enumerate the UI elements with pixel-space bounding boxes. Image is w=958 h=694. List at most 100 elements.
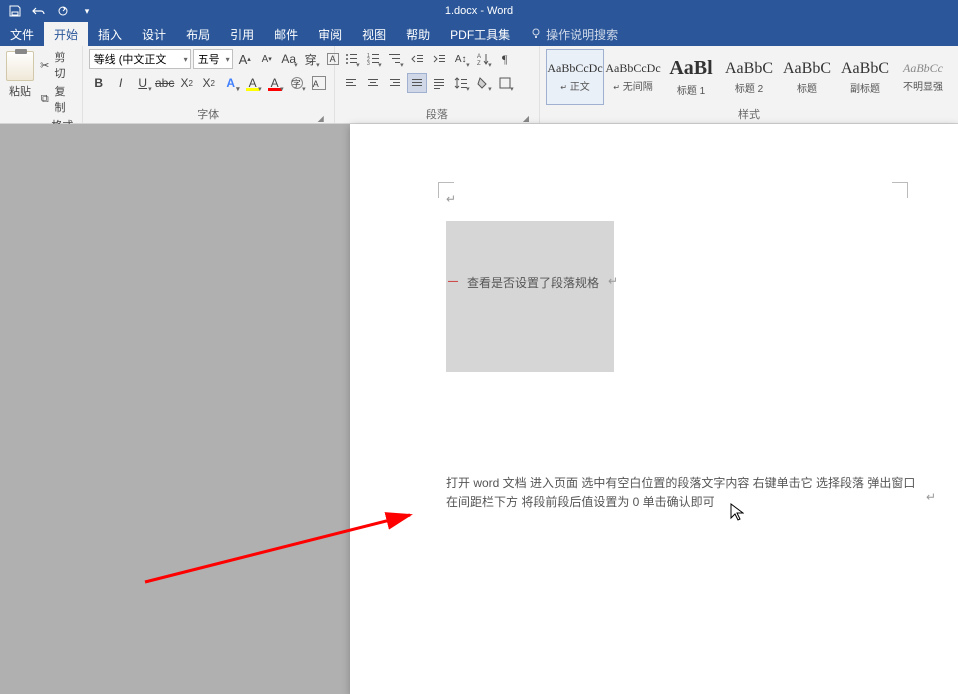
lightbulb-icon (530, 27, 542, 42)
font-dialog-launcher[interactable]: ◢ (316, 111, 326, 121)
group-styles: AaBbCcDc ↵ 正文 AaBbCcDc ↵ 无间隔 AaBl 标题 1 A… (540, 46, 958, 123)
font-size-combo[interactable]: 五号▾ (193, 49, 233, 69)
list-marker: — (448, 276, 458, 287)
align-justify-button[interactable] (407, 73, 427, 93)
align-left-button[interactable] (341, 73, 361, 93)
styles-group-label: 样式 (546, 107, 952, 123)
superscript-button[interactable]: X2 (199, 73, 219, 93)
tab-mailings[interactable]: 邮件 (264, 22, 308, 46)
tab-review[interactable]: 审阅 (308, 22, 352, 46)
italic-button[interactable]: I (111, 73, 131, 93)
style-heading1[interactable]: AaBl 标题 1 (662, 49, 720, 105)
window-title: 1.docx - Word (445, 5, 513, 17)
tab-design[interactable]: 设计 (132, 22, 176, 46)
align-center-button[interactable] (363, 73, 383, 93)
tab-home[interactable]: 开始 (44, 22, 88, 46)
style-subtle[interactable]: AaBbCc 不明显强 (894, 49, 952, 105)
svg-text:3: 3 (367, 61, 370, 66)
font-size-value: 五号 (198, 51, 220, 67)
title-bar: ▾ 1.docx - Word (0, 0, 958, 22)
text-effects-button[interactable]: A (221, 73, 241, 93)
style-name: 标题 (797, 80, 817, 95)
multilevel-list-button[interactable] (385, 49, 405, 69)
group-paragraph: 123 A↕ AZ ¶ 段落 ◢ (335, 46, 540, 123)
distribute-button[interactable] (429, 73, 449, 93)
copy-button[interactable]: ⧉ 复制 (38, 83, 76, 115)
align-right-button[interactable] (385, 73, 405, 93)
save-icon[interactable] (8, 4, 22, 18)
numbering-button[interactable]: 123 (363, 49, 383, 69)
paragraph-group-label: 段落 ◢ (341, 107, 533, 123)
qat-dropdown-icon[interactable]: ▾ (80, 4, 94, 18)
style-normal[interactable]: AaBbCcDc ↵ 正文 (546, 49, 604, 105)
font-name-value: 等线 (中文正文 (94, 51, 167, 67)
enclose-char-button[interactable]: A (309, 73, 329, 93)
copy-icon: ⧉ (38, 92, 51, 106)
subscript-button[interactable]: X2 (177, 73, 197, 93)
style-subtitle[interactable]: AaBbC 副标题 (836, 49, 894, 105)
paragraph-mark-icon: ↵ (608, 274, 618, 288)
underline-button[interactable]: U (133, 73, 153, 93)
style-name: ↵ 无间隔 (613, 78, 652, 93)
style-preview: AaBbCc (903, 61, 943, 76)
tab-file[interactable]: 文件 (0, 22, 44, 46)
ribbon-tabs: 文件 开始 插入 设计 布局 引用 邮件 审阅 视图 帮助 PDF工具集 操作说… (0, 22, 958, 46)
svg-text:A: A (477, 54, 481, 60)
paragraph-mark-icon: ↵ (926, 490, 936, 504)
sort-button[interactable]: AZ (473, 49, 493, 69)
tab-layout[interactable]: 布局 (176, 22, 220, 46)
tell-me-label: 操作说明搜索 (546, 26, 618, 43)
borders-button[interactable] (495, 73, 515, 93)
paragraph-dialog-launcher[interactable]: ◢ (521, 111, 531, 121)
font-name-combo[interactable]: 等线 (中文正文▾ (89, 49, 191, 69)
style-preview: AaBbC (725, 60, 773, 78)
style-name: 标题 2 (735, 80, 763, 95)
style-title[interactable]: AaBbC 标题 (778, 49, 836, 105)
document-text-line1[interactable]: 查看是否设置了段落规格 (467, 274, 599, 291)
redo-icon[interactable] (56, 4, 70, 18)
paste-label: 粘贴 (9, 83, 31, 99)
tab-pdf[interactable]: PDF工具集 (440, 22, 520, 46)
style-name: ↵ 正文 (560, 78, 589, 93)
cut-button[interactable]: ✂ 剪切 (38, 49, 76, 81)
show-marks-button[interactable]: ¶ (495, 49, 515, 69)
decrease-indent-button[interactable] (407, 49, 427, 69)
document-text-line2[interactable]: 打开 word 文档 进入页面 选中有空白位置的段落文字内容 右键单击它 选择段… (446, 474, 916, 512)
increase-indent-button[interactable] (429, 49, 449, 69)
font-group-label: 字体 ◢ (89, 107, 328, 123)
change-case-button[interactable]: Aa (279, 49, 299, 69)
bullets-button[interactable] (341, 49, 361, 69)
tab-view[interactable]: 视图 (352, 22, 396, 46)
strikethrough-button[interactable]: abc (155, 73, 175, 93)
style-preview: AaBbC (783, 60, 831, 78)
cut-label: 剪切 (54, 49, 75, 81)
style-name: 副标题 (850, 80, 880, 95)
tell-me-search[interactable]: 操作说明搜索 (520, 22, 628, 46)
ribbon: 粘贴 ✂ 剪切 ⧉ 复制 ✎ 格式刷 剪贴板 ◢ (0, 46, 958, 124)
style-preview: AaBl (669, 57, 712, 80)
bold-button[interactable]: B (89, 73, 109, 93)
highlight-button[interactable]: A (243, 73, 263, 93)
style-heading2[interactable]: AaBbC 标题 2 (720, 49, 778, 105)
shrink-font-button[interactable]: A▾ (257, 49, 277, 69)
font-color-button[interactable]: A (265, 73, 285, 93)
copy-label: 复制 (54, 83, 75, 115)
tab-insert[interactable]: 插入 (88, 22, 132, 46)
style-no-spacing[interactable]: AaBbCcDc ↵ 无间隔 (604, 49, 662, 105)
phonetic-guide-button[interactable]: 穿 (301, 49, 321, 69)
mouse-cursor-icon (730, 503, 744, 524)
selection-block (446, 504, 776, 589)
asian-layout-button[interactable]: A↕ (451, 49, 471, 69)
style-preview: AaBbC (841, 60, 889, 78)
line-spacing-button[interactable] (451, 73, 471, 93)
grow-font-button[interactable]: A▴ (235, 49, 255, 69)
document-page[interactable]: ↵ — 查看是否设置了段落规格 ↵ 打开 word 文档 进入页面 选中有空白位… (350, 124, 958, 694)
group-clipboard: 粘贴 ✂ 剪切 ⧉ 复制 ✎ 格式刷 剪贴板 ◢ (0, 46, 83, 123)
char-shading-button[interactable]: 字 (287, 73, 307, 93)
style-name: 不明显强 (903, 78, 943, 93)
paste-button[interactable]: 粘贴 (6, 49, 34, 99)
shading-button[interactable] (473, 73, 493, 93)
tab-help[interactable]: 帮助 (396, 22, 440, 46)
undo-icon[interactable] (32, 4, 46, 18)
tab-references[interactable]: 引用 (220, 22, 264, 46)
